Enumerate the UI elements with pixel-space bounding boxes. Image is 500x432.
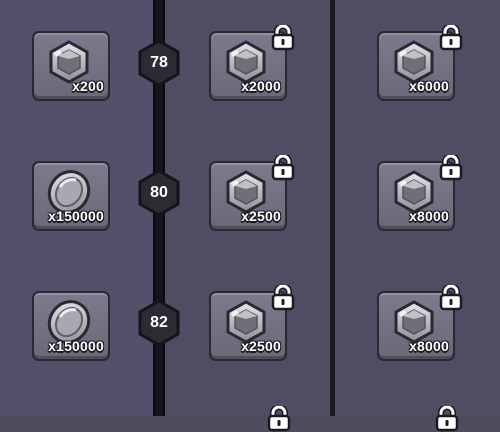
lock-icon <box>271 25 295 51</box>
lock-icon <box>271 155 295 181</box>
premium-plus-reward-tile[interactable]: x8000 <box>377 161 455 231</box>
lock-icon <box>439 25 463 51</box>
free-reward-tile[interactable]: x200 <box>32 31 110 101</box>
premium-reward-tile[interactable]: x2500 <box>209 291 287 361</box>
premium-plus-reward-tile[interactable]: x6000 <box>377 31 455 101</box>
level-badge: 80 <box>137 169 181 217</box>
reward-quantity: x2500 <box>241 338 281 354</box>
level-number: 78 <box>150 54 168 71</box>
level-badge: 82 <box>137 299 181 347</box>
reward-quantity: x150000 <box>48 338 104 354</box>
premium-reward-tile[interactable]: x2000 <box>209 31 287 101</box>
level-number: 80 <box>150 184 168 201</box>
free-reward-tile[interactable]: x150000 <box>32 291 110 361</box>
reward-quantity: x6000 <box>409 78 449 94</box>
lock-icon <box>439 155 463 181</box>
reward-quantity: x8000 <box>409 208 449 224</box>
reward-quantity: x2500 <box>241 208 281 224</box>
reward-quantity: x8000 <box>409 338 449 354</box>
lock-icon <box>435 406 459 432</box>
premium-reward-tile[interactable]: x2500 <box>209 161 287 231</box>
reward-quantity: x200 <box>72 78 104 94</box>
free-reward-tile[interactable]: x150000 <box>32 161 110 231</box>
reward-quantity: x2000 <box>241 78 281 94</box>
lock-icon <box>439 285 463 311</box>
reward-quantity: x150000 <box>48 208 104 224</box>
level-badge: 78 <box>137 39 181 87</box>
lock-icon <box>271 285 295 311</box>
level-number: 82 <box>150 314 168 331</box>
column-divider <box>330 0 335 416</box>
premium-plus-reward-tile[interactable]: x8000 <box>377 291 455 361</box>
lock-icon <box>267 406 291 432</box>
